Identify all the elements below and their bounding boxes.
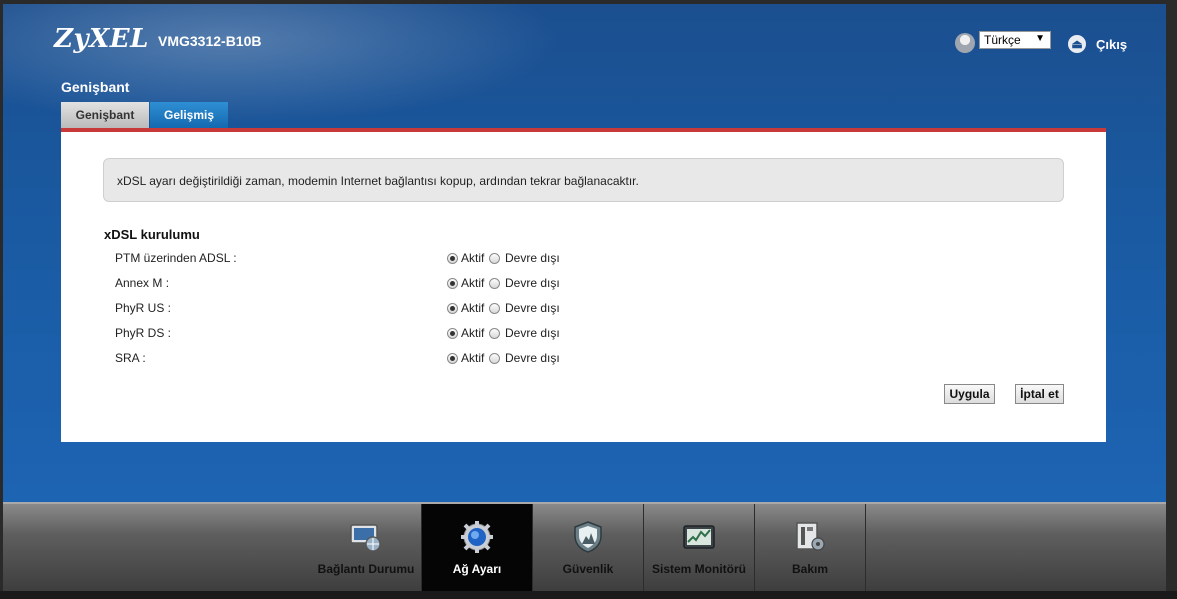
radio-phyrds-on[interactable]: Aktif: [447, 326, 484, 340]
radio-unselected-icon[interactable]: [489, 302, 500, 314]
row-label: SRA :: [115, 351, 146, 365]
radio-ptm-off[interactable]: Devre dışı: [489, 251, 560, 265]
row-label: PTM üzerinden ADSL :: [115, 251, 237, 265]
radio-sra-on[interactable]: Aktif: [447, 351, 484, 365]
row-sra: SRA : Aktif Devre dışı: [115, 351, 635, 371]
nav-label: Bakım: [791, 562, 829, 576]
nav-maintenance[interactable]: Bakım: [755, 504, 865, 593]
radio-unselected-icon[interactable]: [489, 277, 500, 289]
system-monitor-icon: [683, 525, 715, 549]
xdsl-setup-title: xDSL kurulumu: [104, 227, 200, 242]
radio-annexm-on[interactable]: Aktif: [447, 276, 484, 290]
radio-selected-icon[interactable]: [447, 277, 458, 289]
user-language-icon: [955, 33, 975, 53]
radio-selected-icon[interactable]: [447, 252, 458, 264]
radio-selected-icon[interactable]: [447, 327, 458, 339]
nav-system-monitor[interactable]: Sistem Monitörü: [644, 504, 754, 593]
info-notice: xDSL ayarı değiştirildiği zaman, modemin…: [103, 158, 1064, 202]
radio-unselected-icon[interactable]: [489, 252, 500, 264]
language-select-value: Türkçe: [984, 33, 1021, 47]
row-annex-m: Annex M : Aktif Devre dışı: [115, 276, 635, 296]
radio-selected-icon[interactable]: [447, 352, 458, 364]
row-ptm-adsl: PTM üzerinden ADSL : Aktif Devre dışı: [115, 251, 635, 271]
radio-selected-icon[interactable]: [447, 302, 458, 314]
radio-phyrds-off[interactable]: Devre dışı: [489, 326, 560, 340]
nav-label: Ağ Ayarı: [452, 562, 502, 576]
nav-label: Bağlantı Durumu: [317, 562, 415, 576]
connection-status-icon: [350, 524, 381, 552]
radio-sra-off[interactable]: Devre dışı: [489, 351, 560, 365]
browser-frame: ZyXEL VMG3312-B10B Türkçe ▼ ⏏ Çıkış Geni…: [0, 0, 1177, 599]
security-shield-icon: [574, 521, 602, 553]
window-edge: [1166, 0, 1177, 599]
nav-connection-status[interactable]: Bağlantı Durumu: [311, 504, 421, 593]
radio-annexm-off[interactable]: Devre dışı: [489, 276, 560, 290]
zyxel-logo: ZyXEL: [54, 24, 149, 54]
row-label: Annex M :: [115, 276, 170, 290]
content-panel: xDSL ayarı değiştirildiği zaman, modemin…: [61, 132, 1106, 442]
nav-network-settings[interactable]: Ağ Ayarı: [422, 504, 532, 593]
row-phyr-ds: PhyR DS : Aktif Devre dışı: [115, 326, 635, 346]
language-select[interactable]: Türkçe ▼: [979, 31, 1051, 49]
logout-link[interactable]: Çıkış: [1096, 37, 1127, 52]
nav-label: Güvenlik: [562, 562, 614, 576]
nav-security[interactable]: Güvenlik: [533, 504, 643, 593]
page-title: Genişbant: [61, 79, 130, 95]
maintenance-icon: [796, 522, 825, 551]
tab-genisbant[interactable]: Genişbant: [61, 102, 149, 129]
dropdown-arrow-icon: ▼: [1035, 33, 1045, 44]
tab-gelismis[interactable]: Gelişmiş: [150, 102, 228, 129]
row-label: PhyR DS :: [115, 326, 172, 340]
radio-unselected-icon[interactable]: [489, 327, 500, 339]
network-settings-gear-icon: [461, 521, 493, 553]
radio-ptm-on[interactable]: Aktif: [447, 251, 484, 265]
apply-button[interactable]: Uygula: [944, 384, 995, 404]
bottom-navigation: Bağlantı Durumu Ağ Ayarı Güvenlik Sistem…: [3, 502, 1166, 593]
radio-phyrus-off[interactable]: Devre dışı: [489, 301, 560, 315]
radio-unselected-icon[interactable]: [489, 352, 500, 364]
model-name: VMG3312-B10B: [158, 33, 262, 49]
logout-icon[interactable]: ⏏: [1068, 35, 1086, 53]
nav-label: Sistem Monitörü: [651, 562, 746, 576]
row-label: PhyR US :: [115, 301, 172, 315]
radio-phyrus-on[interactable]: Aktif: [447, 301, 484, 315]
cancel-button[interactable]: İptal et: [1015, 384, 1064, 404]
row-phyr-us: PhyR US : Aktif Devre dışı: [115, 301, 635, 321]
